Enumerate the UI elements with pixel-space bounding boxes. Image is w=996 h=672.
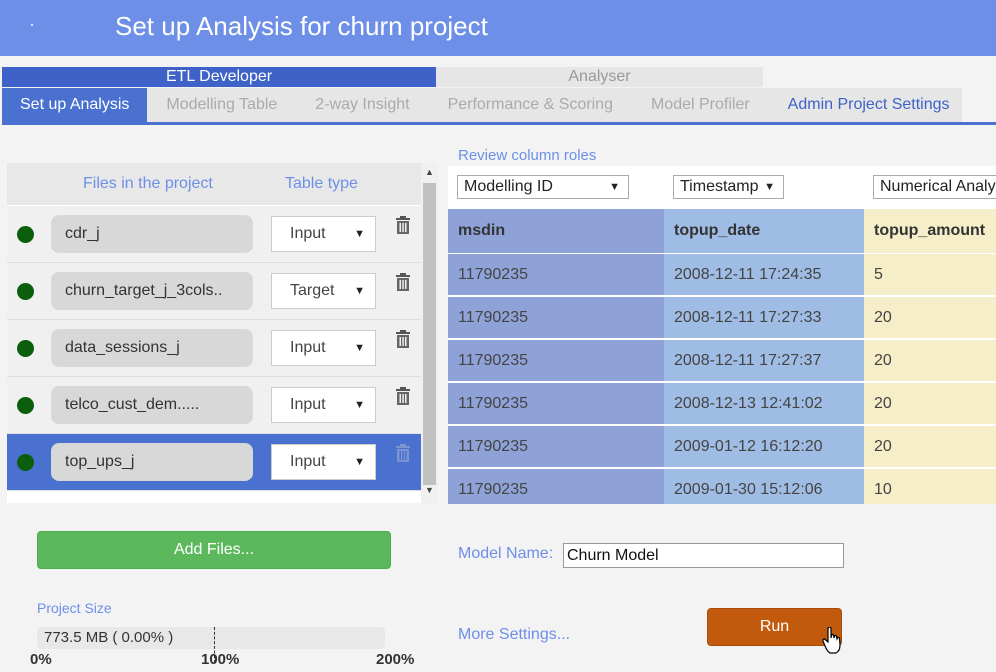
project-size-label: Project Size [37, 600, 112, 616]
files-header-type: Table type [285, 175, 358, 192]
grid-cell: 2008-12-13 12:41:02 [664, 382, 864, 424]
file-name[interactable]: telco_cust_dem..... [51, 386, 253, 424]
table-type-select[interactable]: Target ▼ [271, 273, 376, 309]
grid-cell: 2009-01-30 15:12:06 [664, 468, 864, 504]
files-scrollbar[interactable]: ▲ ▼ [421, 163, 438, 503]
scroll-down-icon[interactable]: ▼ [421, 485, 438, 495]
status-dot-icon [17, 340, 34, 357]
file-row[interactable]: data_sessions_j Input ▼ [7, 320, 421, 377]
chevron-down-icon: ▼ [354, 342, 365, 354]
column-header: topup_date [664, 209, 864, 253]
review-grid: Modelling ID ▼ msdin Timestamp ▼ topup_dat… [448, 166, 996, 504]
status-dot-icon [17, 226, 34, 243]
more-settings-link[interactable]: More Settings... [458, 626, 570, 644]
trash-icon[interactable] [394, 215, 412, 235]
page-title: Set up Analysis for churn project [115, 11, 488, 41]
role-select[interactable]: Numerical Analy [873, 175, 996, 199]
status-dot-icon [17, 454, 34, 471]
trash-icon[interactable] [394, 443, 412, 463]
table-type-value: Input [290, 339, 326, 356]
size-tick-200: 200% [376, 651, 415, 668]
role-select[interactable]: Modelling ID ▼ [457, 175, 629, 199]
chevron-down-icon: ▼ [354, 456, 365, 468]
table-type-value: Input [290, 453, 326, 470]
file-row[interactable]: cdr_j Input ▼ [7, 206, 421, 263]
file-row[interactable]: churn_target_j_3cols.. Target ▼ [7, 263, 421, 320]
file-row-selected[interactable]: top_ups_j Input ▼ [7, 434, 421, 491]
chevron-down-icon: ▼ [354, 228, 365, 240]
tab-model-profiler[interactable]: Model Profiler [632, 88, 769, 122]
role-analyser[interactable]: Analyser [436, 67, 763, 87]
size-tick-100: 100% [201, 651, 240, 668]
file-name[interactable]: cdr_j [51, 215, 253, 253]
table-type-value: Target [290, 282, 335, 299]
tab-modelling-table[interactable]: Modelling Table [147, 88, 296, 122]
project-size-bar: 773.5 MB ( 0.00% ) [37, 627, 385, 663]
title-bar: Set up Analysis for churn project [0, 0, 996, 56]
grid-cell: 2008-12-11 17:27:33 [664, 296, 864, 338]
status-dot-icon [17, 283, 34, 300]
files-header: Files in the project Table type [7, 163, 421, 205]
file-name[interactable]: data_sessions_j [51, 329, 253, 367]
trash-icon[interactable] [394, 329, 412, 349]
file-row[interactable]: telco_cust_dem..... Input ▼ [7, 377, 421, 434]
column-header: msdin [448, 209, 664, 253]
grid-cell: 2009-01-12 16:12:20 [664, 425, 864, 467]
grid-cell: 2008-12-11 17:27:37 [664, 339, 864, 381]
grid-cell: 11790235 [448, 296, 664, 338]
chevron-down-icon: ▼ [354, 399, 365, 411]
review-column-roles-label: Review column roles [458, 147, 597, 164]
grid-cell: 10 [864, 468, 996, 504]
role-select-value: Numerical Analy [880, 178, 996, 195]
grid-cell: 20 [864, 339, 996, 381]
hand-cursor-icon [822, 627, 841, 654]
table-type-value: Input [290, 225, 326, 242]
tab-set-up-analysis[interactable]: Set up Analysis [2, 88, 148, 122]
chevron-down-icon: ▼ [354, 285, 365, 297]
table-type-value: Input [290, 396, 326, 413]
file-name[interactable]: churn_target_j_3cols.. [51, 272, 253, 310]
tab-admin-project-settings[interactable]: Admin Project Settings [769, 88, 969, 122]
status-dot-icon [17, 397, 34, 414]
role-select-value: Modelling ID [464, 178, 553, 195]
grid-cell: 11790235 [448, 382, 664, 424]
project-size-value: 773.5 MB ( 0.00% ) [44, 629, 174, 646]
grid-cell: 2008-12-11 17:24:35 [664, 253, 864, 295]
scroll-thumb[interactable] [423, 183, 436, 485]
app-logo [31, 24, 33, 26]
role-select[interactable]: Timestamp ▼ [673, 175, 784, 199]
model-name-label: Model Name: [458, 545, 554, 562]
column-header: topup_amount [864, 209, 996, 253]
table-type-select[interactable]: Input ▼ [271, 387, 376, 423]
grid-cell: 11790235 [448, 468, 664, 504]
grid-cell: 20 [864, 425, 996, 467]
grid-cell: 11790235 [448, 253, 664, 295]
grid-cell: 11790235 [448, 339, 664, 381]
table-type-select[interactable]: Input ▼ [271, 216, 376, 252]
table-type-select[interactable]: Input ▼ [271, 444, 376, 480]
scroll-up-icon[interactable]: ▲ [421, 167, 438, 177]
file-name[interactable]: top_ups_j [51, 443, 253, 481]
tab-2-way-insight[interactable]: 2-way Insight [296, 88, 428, 122]
role-select-value: Timestamp [680, 178, 759, 195]
size-tick-0: 0% [30, 651, 52, 668]
model-name-input[interactable]: Churn Model [563, 543, 844, 568]
trash-icon[interactable] [394, 272, 412, 292]
main-tabs: Set up Analysis Modelling Table 2-way In… [2, 88, 962, 122]
table-type-select[interactable]: Input ▼ [271, 330, 376, 366]
files-panel: Files in the project Table type cdr_j In… [7, 163, 421, 503]
role-etl-developer[interactable]: ETL Developer [2, 67, 436, 87]
tab-performance-scoring[interactable]: Performance & Scoring [429, 88, 632, 122]
tabs-underline [2, 122, 996, 125]
trash-icon[interactable] [394, 386, 412, 406]
grid-cell: 5 [864, 253, 996, 295]
grid-cell: 11790235 [448, 425, 664, 467]
chevron-down-icon: ▼ [609, 181, 620, 193]
grid-cell: 20 [864, 382, 996, 424]
files-header-name: Files in the project [83, 175, 213, 192]
chevron-down-icon: ▼ [764, 181, 775, 193]
add-files-button[interactable]: Add Files... [37, 531, 391, 569]
grid-cell: 20 [864, 296, 996, 338]
